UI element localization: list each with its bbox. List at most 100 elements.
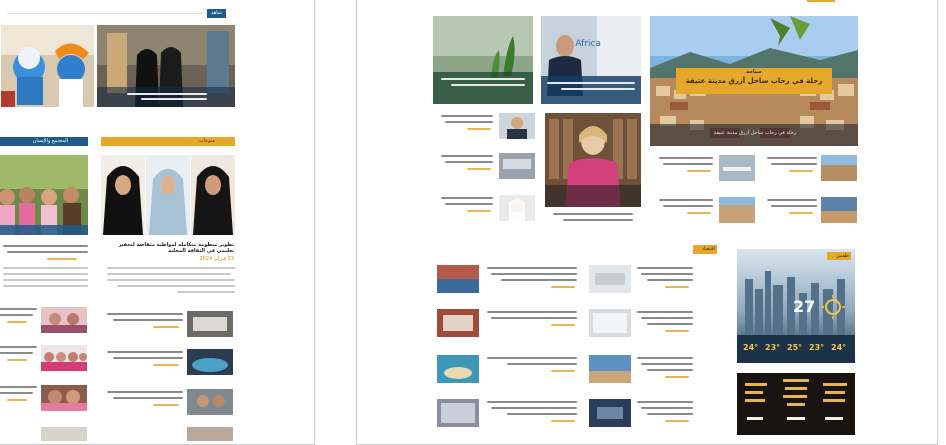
weather-widget[interactable]: طقس 27 24° 23° 25° 23° 24° — [737, 249, 855, 363]
image-plants[interactable] — [433, 16, 533, 104]
weather-main-temp: 27 — [793, 297, 816, 316]
thumb-list-2[interactable] — [41, 345, 87, 371]
text-line — [637, 311, 693, 313]
date-line — [551, 370, 575, 372]
text-line — [0, 352, 33, 354]
date-line — [551, 420, 575, 422]
text-line — [659, 157, 713, 159]
article-headline[interactable]: تطوير منظومة متكاملة لمواطنة متقاصة لتحف… — [104, 242, 234, 254]
text-line — [647, 323, 693, 325]
text-line — [491, 273, 577, 275]
text-line — [445, 161, 493, 163]
text-line — [107, 313, 183, 315]
text-line — [491, 407, 577, 409]
thumb-econ-6[interactable] — [437, 355, 479, 383]
thumb-econ-7[interactable] — [589, 399, 631, 427]
thumb-man-ghutra[interactable] — [499, 195, 535, 221]
thumb-conference[interactable] — [499, 153, 535, 179]
text-line — [117, 285, 235, 287]
date-line — [153, 364, 179, 366]
section-bar-economy: اقتصاد — [693, 245, 717, 254]
thumb-plane[interactable] — [719, 155, 755, 181]
image-women-event — [97, 25, 235, 107]
date-line — [665, 420, 689, 422]
text-line — [445, 203, 493, 205]
caption-line — [561, 88, 635, 90]
section-tag-economy: اقتصاد — [701, 246, 715, 252]
svg-text:Africa: Africa — [575, 39, 601, 49]
thumb-list-8[interactable] — [187, 427, 233, 441]
thumb-list-1[interactable] — [41, 307, 87, 333]
thumb-list-5[interactable] — [187, 311, 233, 337]
thumb-resort[interactable] — [719, 197, 755, 223]
text-line — [637, 401, 693, 403]
caption-line — [547, 82, 635, 84]
text-line — [641, 273, 693, 275]
weather-day-5-temp: 24° — [831, 343, 847, 352]
weather-tag: طقس — [836, 253, 849, 259]
thumb-town-2[interactable] — [821, 197, 857, 223]
thumb-econ-2[interactable] — [437, 265, 479, 293]
weather-day-2-temp: 23° — [765, 343, 781, 352]
image-man-podium[interactable]: Africa — [541, 16, 641, 104]
text-line — [501, 279, 577, 281]
thumb-list-6[interactable] — [187, 349, 233, 375]
text-line — [487, 267, 577, 269]
text-line — [3, 267, 88, 269]
text-line — [113, 319, 183, 321]
text-line — [641, 363, 693, 365]
text-line — [0, 392, 33, 394]
thumb-econ-4[interactable] — [437, 309, 479, 337]
image-smurfs — [1, 25, 94, 107]
text-line — [647, 279, 693, 281]
text-line — [441, 197, 493, 199]
image-woman-portrait[interactable] — [545, 113, 641, 207]
text-line — [441, 115, 493, 117]
date-line — [467, 210, 491, 212]
date-line — [467, 128, 491, 130]
text-line — [113, 397, 183, 399]
text-line — [563, 219, 633, 221]
text-line — [0, 314, 33, 316]
text-line — [507, 413, 577, 415]
hero-kicker: سياحة — [746, 69, 762, 75]
text-line — [663, 163, 713, 165]
dark-promo-panel[interactable] — [737, 373, 855, 435]
text-line — [113, 357, 183, 359]
date-line — [7, 321, 27, 323]
text-line — [107, 279, 235, 281]
thumb-econ-3[interactable] — [589, 309, 631, 337]
thumb-econ-8[interactable] — [437, 399, 479, 427]
divider — [7, 13, 206, 14]
hero-image-city[interactable]: سياحة رحلة في رحاب ساحل أزرق مدينة عتيقة… — [650, 16, 858, 146]
caption-line — [141, 98, 207, 100]
thumb-man-suit[interactable] — [499, 113, 535, 139]
caption-line — [127, 93, 207, 95]
date-line — [665, 330, 689, 332]
text-line — [487, 401, 577, 403]
text-line — [0, 308, 37, 310]
thumb-list-3[interactable] — [41, 385, 87, 411]
text-line — [491, 317, 577, 319]
image-group-girls — [0, 155, 88, 235]
thumb-town-1[interactable] — [821, 155, 857, 181]
text-line — [3, 273, 88, 275]
left-magazine-page: شاهد منوعات المجتمع والإنسان تطوير منظوم… — [0, 0, 315, 445]
text-line — [659, 199, 713, 201]
section-bar-blue: المجتمع والإنسان — [0, 137, 88, 146]
text-line — [3, 279, 88, 281]
date-line — [153, 404, 179, 406]
text-line — [177, 291, 235, 293]
text-line — [107, 267, 235, 269]
text-line — [0, 346, 37, 348]
date-line — [47, 258, 77, 260]
text-line — [441, 155, 493, 157]
date-line — [153, 326, 179, 328]
text-line — [663, 205, 713, 207]
date-line — [687, 212, 711, 214]
thumb-econ-1[interactable] — [589, 265, 631, 293]
thumb-list-4[interactable] — [41, 427, 87, 441]
thumb-econ-5[interactable] — [589, 355, 631, 383]
thumb-list-7[interactable] — [187, 389, 233, 415]
date-line — [687, 170, 711, 172]
